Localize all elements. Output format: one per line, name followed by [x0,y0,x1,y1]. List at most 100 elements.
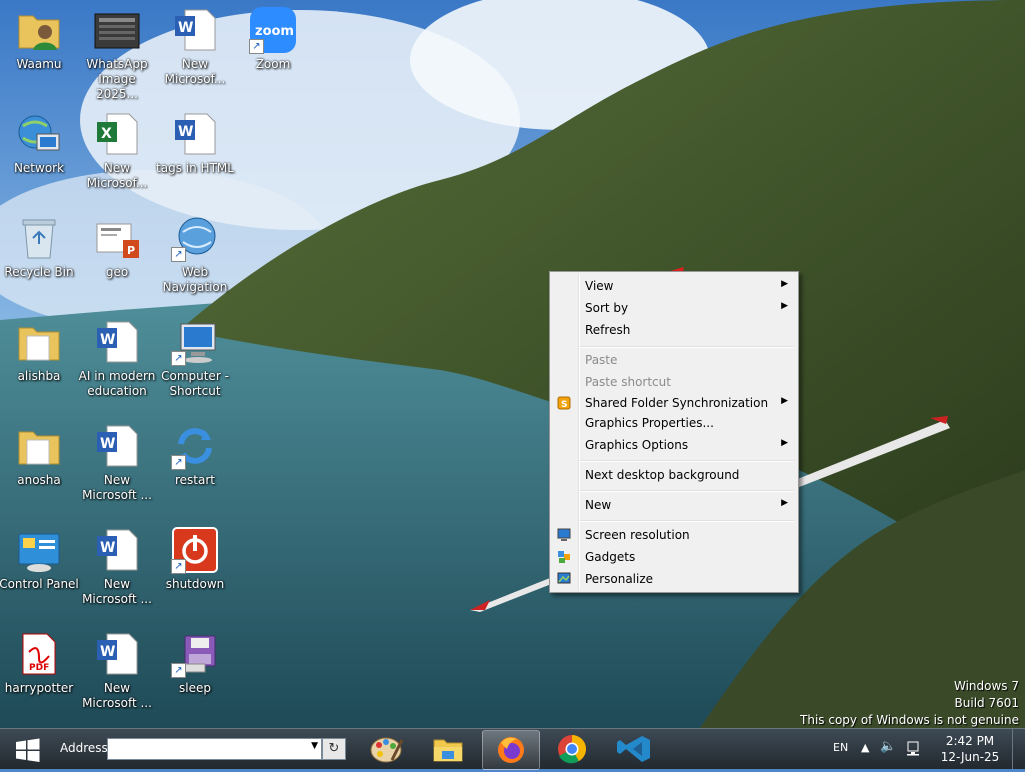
word-file-icon: W [171,110,219,158]
submenu-arrow-icon: ▶ [781,498,788,508]
svg-text:W: W [178,20,193,36]
desktop-icon-network[interactable]: Network [0,110,80,176]
watermark-os: Windows 7 [953,679,1019,693]
menu-item-graphics-options[interactable]: Graphics Options ▶ [552,435,796,455]
menu-item-refresh[interactable]: Refresh [552,320,796,340]
taskbar-clock[interactable]: 2:42 PM 12-Jun-25 [930,733,1010,765]
menu-separator [580,346,794,348]
desktop-icon-restart[interactable]: ↗ restart [154,422,236,488]
language-indicator[interactable]: EN [833,741,848,754]
address-input[interactable] [108,739,301,757]
taskbar: Address ▼ ↻ EN ▲ 🔈 2:42 PM 12-Jun-25 [0,728,1025,770]
show-desktop-button[interactable] [1012,729,1025,769]
menu-item-view[interactable]: View ▶ [552,276,796,296]
menu-item-next-desktop-background[interactable]: Next desktop background [552,465,796,485]
svg-text:W: W [100,644,115,660]
control-panel-icon [15,526,63,574]
address-refresh-button[interactable]: ↻ [322,738,346,760]
start-button[interactable] [8,729,46,769]
file-explorer-icon [433,739,463,762]
menu-item-personalize[interactable]: Personalize [552,569,796,589]
desktop-icon-waamu[interactable]: Waamu [0,6,80,72]
word-file-icon: W [171,6,219,54]
menu-item-gadgets[interactable]: Gadgets [552,547,796,567]
shortcut-arrow-icon: ↗ [249,39,264,54]
restart-icon: ↗ [171,422,219,470]
desktop-icon-ai-in-modern-education[interactable]: W AI in modern education [76,318,158,399]
svg-text:P: P [127,244,135,257]
floppy-disk-icon: ↗ [171,630,219,678]
address-toolbar-label: Address [60,741,108,755]
desktop-icon-alishba[interactable]: alishba [0,318,80,384]
menu-item-shared-folder-sync[interactable]: S Shared Folder Synchronization ▶ [552,393,796,413]
power-icon: ↗ [171,526,219,574]
desktop-icon-whatsapp-image[interactable]: WhatsApp Image 2025... [76,6,158,102]
word-file-icon: W [93,526,141,574]
shortcut-arrow-icon: ↗ [171,351,186,366]
powerpoint-file-icon: P [93,214,141,262]
shortcut-arrow-icon: ↗ [171,247,186,262]
desktop-icon-shutdown[interactable]: ↗ shutdown [154,526,236,592]
desktop-icon-new-word-1[interactable]: W New Microsoft ... [76,422,158,503]
submenu-arrow-icon: ▶ [781,396,788,406]
desktop-icon-control-panel[interactable]: Control Panel [0,526,80,592]
menu-item-screen-resolution[interactable]: Screen resolution [552,525,796,545]
submenu-arrow-icon: ▶ [781,438,788,448]
clock-date: 12-Jun-25 [940,750,1000,764]
taskbar-firefox[interactable] [482,730,540,770]
pdf-file-icon: PDF [15,630,63,678]
network-globe-icon [15,110,63,158]
recycle-bin-icon [15,214,63,262]
shortcut-arrow-icon: ↗ [171,559,186,574]
desktop-icon-sleep[interactable]: ↗ sleep [154,630,236,696]
desktop-icon-new-word-2[interactable]: W New Microsoft ... [76,526,158,607]
svg-text:W: W [100,332,115,348]
word-file-icon: W [93,422,141,470]
desktop-icon-geo[interactable]: P geo [76,214,158,280]
desktop-icon-new-word-3[interactable]: W New Microsoft ... [76,630,158,711]
desktop-icon-new-word-top[interactable]: W New Microsof... [154,6,236,87]
paint-icon [370,737,404,763]
menu-item-paste: Paste [585,353,618,367]
desktop-context-menu: View ▶ Sort by ▶ Refresh Paste Paste sho… [549,271,799,593]
desktop-icon-recycle-bin[interactable]: Recycle Bin [0,214,80,280]
svg-text:W: W [100,540,115,556]
menu-separator [580,520,794,522]
menu-item-graphics-properties[interactable]: Graphics Properties... [552,413,796,433]
gadgets-icon [557,550,571,564]
desktop-icon-anosha[interactable]: anosha [0,422,80,488]
volume-icon[interactable]: 🔈 [880,739,896,754]
svg-text:PDF: PDF [29,663,49,673]
taskbar-file-explorer[interactable] [420,730,476,768]
taskbar-paint[interactable] [358,730,414,768]
desktop-icon-new-excel[interactable]: X New Microsof... [76,110,158,191]
user-folder-icon [15,6,63,54]
menu-separator [580,460,794,462]
desktop-icon-web-navigation[interactable]: ↗ Web Navigation [154,214,236,295]
screen-resolution-icon [557,528,571,542]
menu-item-sort-by[interactable]: Sort by ▶ [552,298,796,318]
folder-icon [15,422,63,470]
submenu-arrow-icon: ▶ [781,301,788,311]
globe-shortcut-icon: ↗ [171,214,219,262]
address-field[interactable]: ▼ [107,738,322,760]
svg-text:S: S [561,400,567,410]
menu-item-new[interactable]: New ▶ [552,495,796,515]
word-file-icon: W [93,318,141,366]
windows-logo-icon [16,738,40,762]
svg-text:X: X [101,126,112,142]
firefox-icon [498,737,524,763]
network-tray-icon[interactable] [906,739,922,760]
taskbar-chrome[interactable] [544,730,600,768]
address-dropdown-icon[interactable]: ▼ [311,741,318,751]
desktop-icon-computer-shortcut[interactable]: ↗ Computer - Shortcut [154,318,236,399]
svg-text:W: W [100,436,115,452]
windows-watermark: Windows 7 Build 7601 This copy of Window… [800,678,1019,729]
desktop-icon-zoom[interactable]: zoom ↗ Zoom [232,6,314,72]
show-hidden-icons[interactable]: ▲ [861,741,869,754]
submenu-arrow-icon: ▶ [781,279,788,289]
shortcut-arrow-icon: ↗ [171,455,186,470]
taskbar-vscode[interactable] [606,730,662,768]
desktop-icon-tags-in-html[interactable]: W tags in HTML [154,110,236,176]
desktop-icon-harrypotter[interactable]: PDF harrypotter [0,630,80,696]
